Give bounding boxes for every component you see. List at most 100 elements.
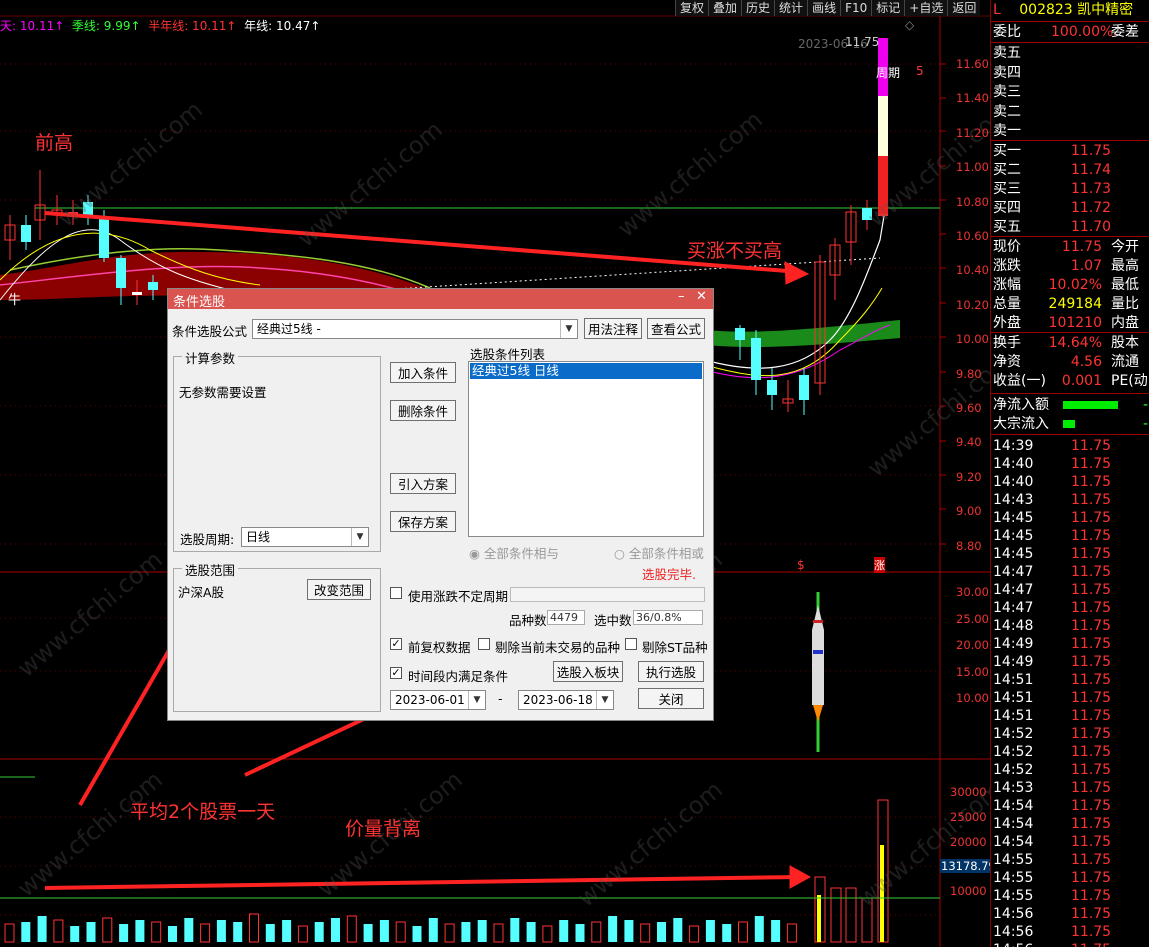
close-icon[interactable]: ✕ <box>696 289 707 304</box>
tick-row: 14:49 11.75 <box>993 653 1149 671</box>
usage-button[interactable]: 用法注释 <box>584 318 642 339</box>
toolbar-mark[interactable]: 标记 <box>871 0 905 16</box>
uncertain-checkbox[interactable] <box>390 587 402 599</box>
tick-row: 14:40 11.75 <box>993 473 1149 491</box>
volume-bar <box>379 920 389 942</box>
toolbar-back[interactable]: 返回 <box>947 0 981 16</box>
volume-bar <box>477 920 487 942</box>
tick-price: 11.75 <box>1071 888 1112 904</box>
prefq-checkbox[interactable]: ✓ <box>390 638 402 650</box>
toolbar-stats[interactable]: 统计 <box>774 0 808 16</box>
time-checkbox[interactable]: ✓ <box>390 667 402 679</box>
radio-or[interactable]: ○ 全部条件相或 <box>614 543 704 562</box>
buy-level-row: 买二 11.74 <box>993 161 1149 179</box>
tick-price: 11.75 <box>1071 816 1112 832</box>
tick-price: 11.75 <box>1071 582 1112 598</box>
radio-and[interactable]: ◉ 全部条件相与 <box>469 543 559 562</box>
run-selection-button[interactable]: 执行选股 <box>638 661 704 682</box>
st-checkbox[interactable] <box>625 638 637 650</box>
toolbar-add-favorite[interactable]: +自选 <box>904 0 948 16</box>
add-condition-button[interactable]: 加入条件 <box>390 362 456 383</box>
buy-level-row: 买四 11.72 <box>993 199 1149 217</box>
price-tick-label: 9.40 <box>956 435 982 450</box>
toolbar-history[interactable]: 历史 <box>741 0 775 16</box>
annotation-divergence: 价量背离 <box>345 818 422 840</box>
stat-value: 4.56 <box>1070 354 1102 370</box>
dialog-titlebar[interactable]: 条件选股 – ✕ <box>168 289 713 310</box>
tick-time: 14:40 <box>993 456 1034 472</box>
chevron-down-icon[interactable]: ▼ <box>596 691 613 709</box>
volume-bar <box>444 923 455 943</box>
tick-price: 11.75 <box>1071 744 1112 760</box>
import-plan-button[interactable]: 引入方案 <box>390 473 456 494</box>
volume-bar <box>428 918 438 942</box>
tick-row: 14:51 11.75 <box>993 671 1149 689</box>
time-label: 时间段内满足条件 <box>408 669 509 684</box>
tick-row: 14:47 11.75 <box>993 581 1149 599</box>
stat-value: 10.02% <box>1048 277 1102 293</box>
volume-bar <box>233 922 243 942</box>
end-date-picker[interactable]: 2023-06-18 ▼ <box>518 690 614 710</box>
chevron-down-icon[interactable]: ▼ <box>468 691 485 709</box>
buy-level-row: 买一 11.75 <box>993 142 1149 160</box>
period-value: 日线 <box>246 530 271 544</box>
tick-time: 14:51 <box>993 708 1034 724</box>
formula-label: 条件选股公式 <box>172 324 248 339</box>
stock-code: 002823 <box>1019 2 1073 18</box>
change-scope-button[interactable]: 改变范围 <box>307 579 371 600</box>
tick-time: 14:54 <box>993 834 1034 850</box>
params-text: 无参数需要设置 <box>179 385 267 400</box>
save-plan-button[interactable]: 保存方案 <box>390 511 456 532</box>
tick-time: 14:56 <box>993 924 1034 940</box>
tick-row: 14:54 11.75 <box>993 833 1149 851</box>
count-label: 品种数 <box>509 613 547 628</box>
tick-price: 11.75 <box>1071 528 1112 544</box>
stat-row: 现价 11.75 今开 <box>993 238 1149 256</box>
volume-bar <box>845 887 857 943</box>
exclude-checkbox[interactable] <box>478 638 490 650</box>
delete-condition-button[interactable]: 删除条件 <box>390 400 456 421</box>
volume-bar <box>591 921 602 943</box>
volume-bar <box>817 895 821 942</box>
toolbar-overlay[interactable]: 叠加 <box>708 0 742 16</box>
stat-label: 总量 <box>993 296 1021 312</box>
volume-bar <box>395 921 406 943</box>
list-item[interactable]: 经典过5线 日线 <box>470 363 702 379</box>
scope-value: 沪深A股 <box>178 585 225 600</box>
close-button[interactable]: 关闭 <box>638 688 704 709</box>
add-to-block-button[interactable]: 选股入板块 <box>553 661 623 682</box>
tick-row: 14:52 11.75 <box>993 761 1149 779</box>
chevron-down-icon[interactable]: ▼ <box>351 528 368 546</box>
toolbar-fuquan[interactable]: 复权 <box>675 0 709 16</box>
weicha-label: 委差 <box>1111 24 1139 40</box>
tick-row: 14:47 11.75 <box>993 563 1149 581</box>
stat-label: 外盘 <box>993 315 1021 331</box>
volume-bar <box>200 923 211 943</box>
stat-right-label: 流通 <box>1111 354 1139 370</box>
view-formula-button[interactable]: 查看公式 <box>647 318 705 339</box>
price-tick-label: 11.60 <box>956 57 989 71</box>
tick-row: 14:54 11.75 <box>993 815 1149 833</box>
chevron-down-icon[interactable]: ▼ <box>560 320 577 338</box>
stat-row: 涨幅 10.02% 最低 <box>993 276 1149 294</box>
annotation-avg-two: 平均2个股票一天 <box>130 801 276 823</box>
flow-bar <box>1063 401 1118 409</box>
flow-row: 大宗流入 -24 <box>993 415 1149 433</box>
start-date-picker[interactable]: 2023-06-01 ▼ <box>390 690 486 710</box>
volume-bar <box>754 916 764 942</box>
rise-marker: 涨 <box>874 557 885 573</box>
toolbar-f10[interactable]: F10 <box>840 0 872 16</box>
condition-list[interactable]: 经典过5线 日线 <box>468 361 704 537</box>
volume-bar <box>184 918 194 942</box>
formula-select[interactable]: 经典过5线 - ▼ <box>252 319 578 339</box>
toolbar-draw[interactable]: 画线 <box>807 0 841 16</box>
tick-row: 14:51 11.75 <box>993 707 1149 725</box>
period-select[interactable]: 日线 ▼ <box>241 527 369 547</box>
tick-time: 14:52 <box>993 744 1034 760</box>
stock-name: 凯中精密 <box>1077 2 1134 18</box>
sell-level-label: 卖五 <box>993 45 1021 61</box>
tick-time: 14:56 <box>993 906 1034 922</box>
volume-bar <box>608 916 618 942</box>
period-value: 5 <box>916 64 924 78</box>
minimize-icon[interactable]: – <box>678 289 685 304</box>
